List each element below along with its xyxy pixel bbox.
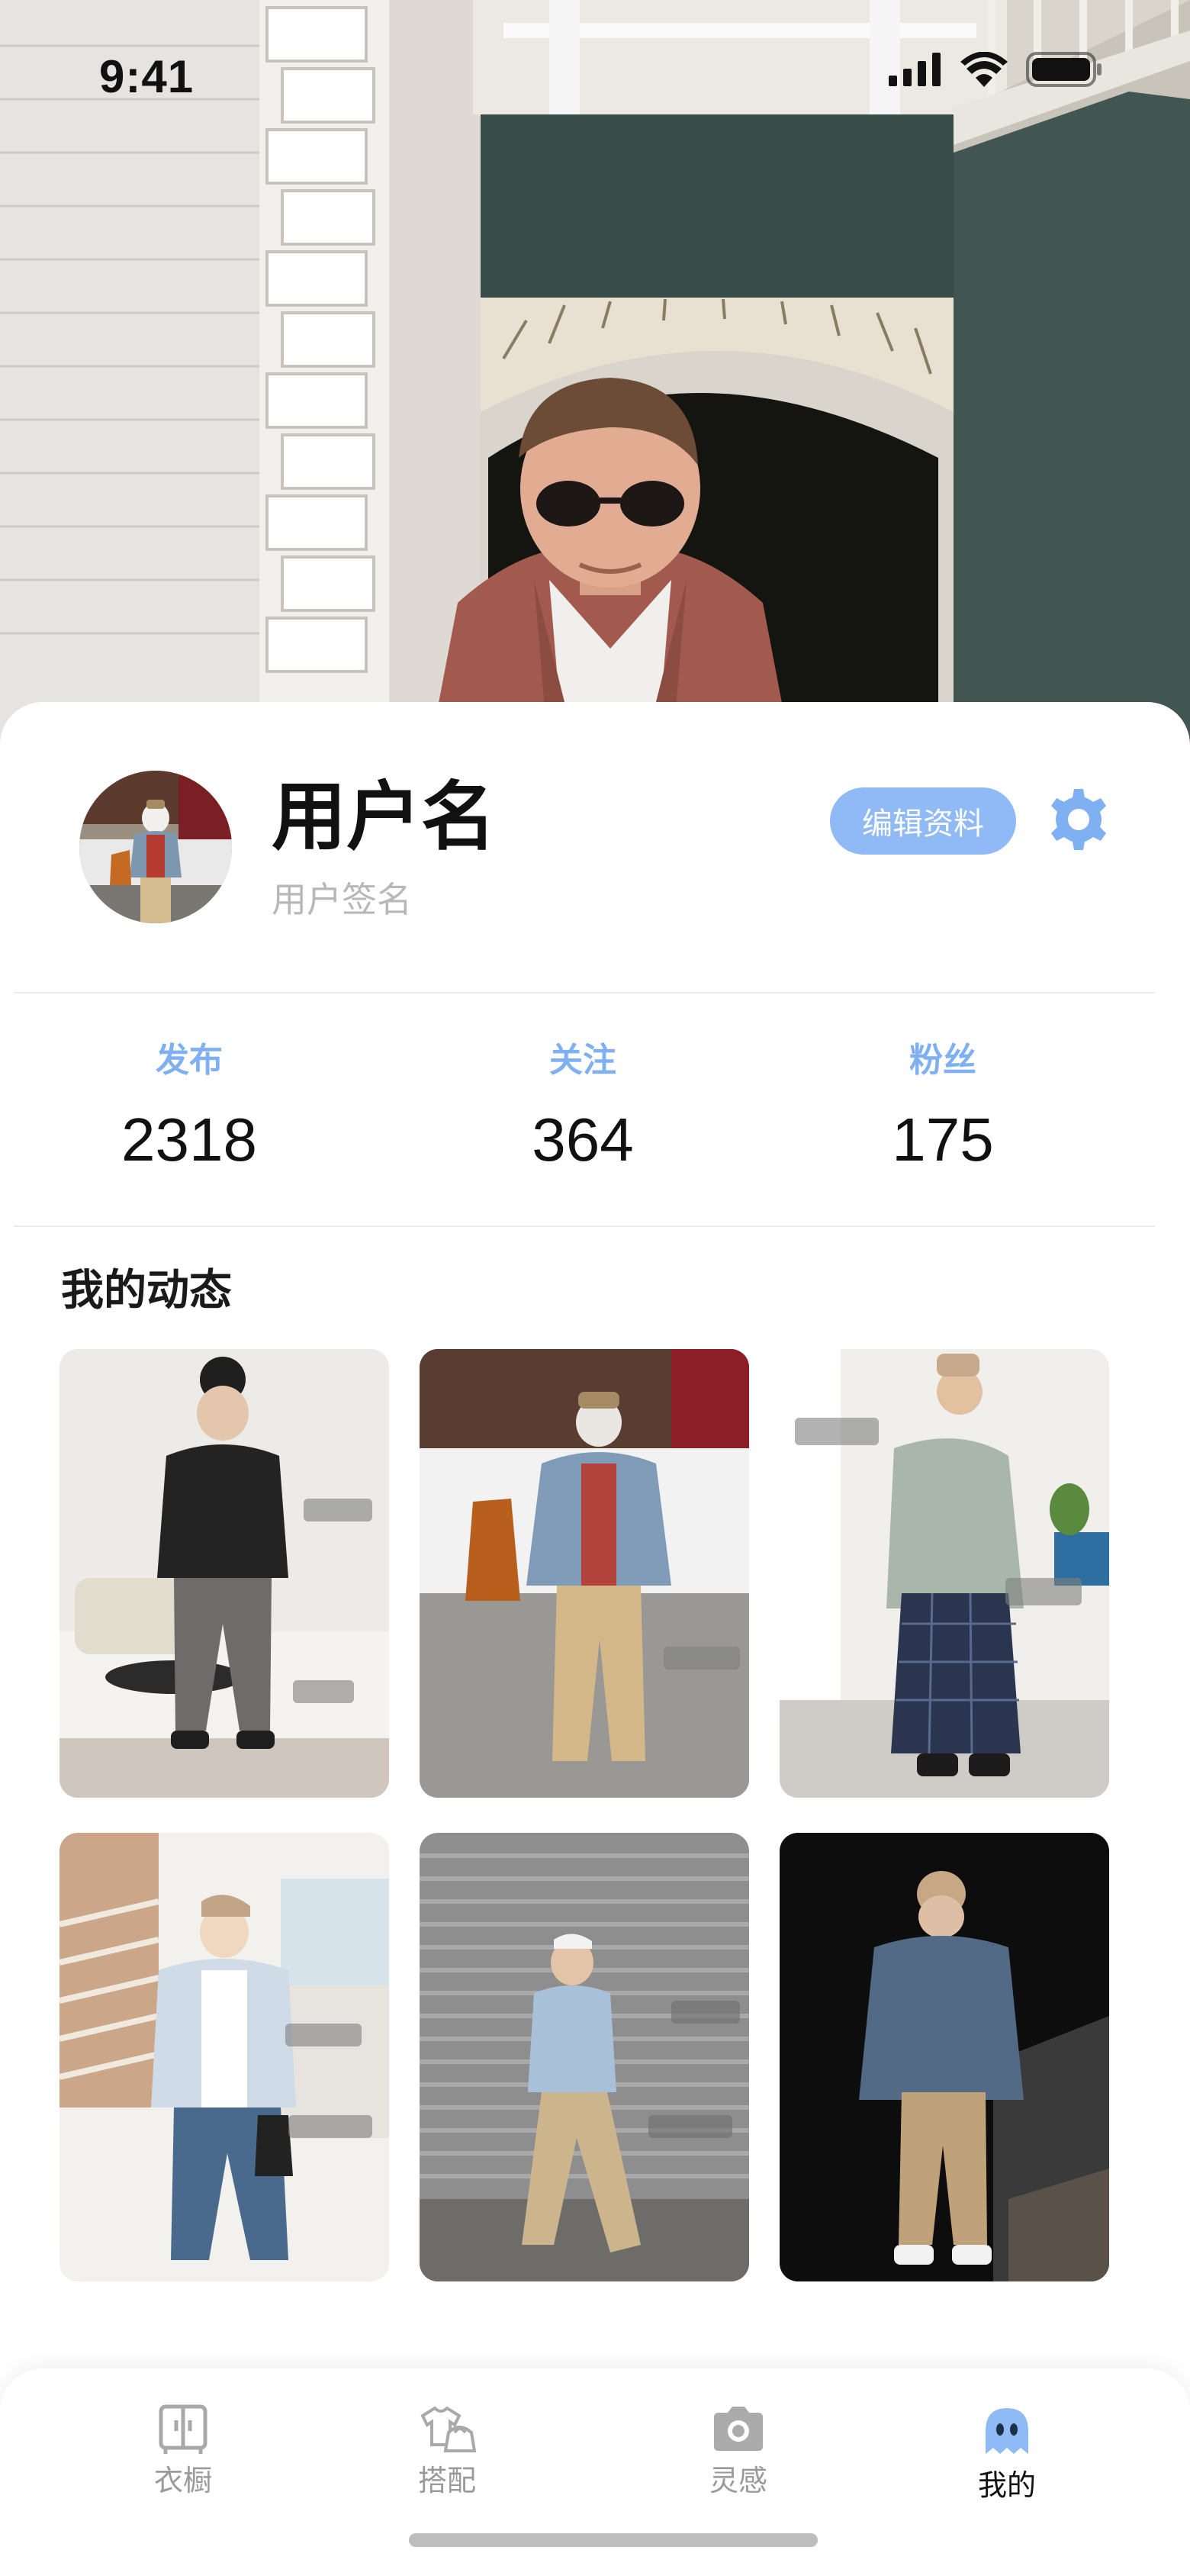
nav-inspiration[interactable]: 灵感	[662, 2402, 815, 2495]
nav-outfit[interactable]: 搭配	[371, 2402, 523, 2495]
wardrobe-icon	[156, 2402, 210, 2458]
wifi-icon	[960, 52, 1008, 87]
nav-outfit-label: 搭配	[417, 2464, 476, 2497]
post-image	[780, 1833, 1109, 2281]
stat-followers[interactable]: 粉丝 175	[828, 1044, 1057, 1170]
cover-photo-illustration	[0, 0, 1190, 763]
edit-profile-button[interactable]: 编辑资料	[830, 787, 1016, 855]
post-image	[60, 1833, 389, 2281]
post-image	[60, 1349, 389, 1798]
home-indicator	[409, 2533, 818, 2547]
post-image	[420, 1349, 749, 1798]
ghost-icon	[978, 2402, 1036, 2463]
stat-posts-label: 发布	[156, 1041, 223, 1080]
status-bar-time: 9:41	[99, 51, 195, 102]
divider	[14, 1225, 1155, 1227]
post-thumbnail[interactable]	[780, 1833, 1109, 2281]
stat-followers-label: 粉丝	[909, 1041, 976, 1080]
nav-me-label: 我的	[977, 2468, 1036, 2502]
my-posts-title: 我的动态	[61, 1266, 232, 1315]
post-thumbnail[interactable]	[60, 1349, 389, 1798]
gear-icon	[1045, 786, 1112, 856]
nav-me[interactable]: 我的	[931, 2402, 1083, 2500]
nav-inspiration-label: 灵感	[709, 2464, 767, 2497]
camera-icon	[709, 2402, 767, 2458]
post-image	[780, 1349, 1109, 1798]
cellular-signal-icon	[889, 53, 942, 86]
user-signature: 用户签名	[272, 879, 412, 920]
stat-posts-value: 2318	[121, 1106, 257, 1174]
settings-button[interactable]	[1042, 784, 1115, 858]
nav-wardrobe-label: 衣橱	[153, 2464, 212, 2497]
post-thumbnail[interactable]	[420, 1349, 749, 1798]
divider	[14, 992, 1155, 993]
battery-icon	[1026, 52, 1102, 87]
post-thumbnail[interactable]	[780, 1349, 1109, 1798]
avatar[interactable]	[79, 771, 232, 923]
username: 用户名	[272, 774, 497, 861]
post-thumbnail[interactable]	[420, 1833, 749, 2281]
cover-photo: 9:41	[0, 0, 1190, 763]
status-bar-icons	[889, 52, 1102, 87]
avatar-image	[79, 771, 232, 923]
stat-followers-value: 175	[892, 1106, 994, 1174]
stat-following-value: 364	[532, 1106, 634, 1174]
nav-wardrobe[interactable]: 衣橱	[107, 2402, 259, 2495]
post-image	[420, 1833, 749, 2281]
stat-following-label: 关注	[549, 1041, 616, 1080]
outfit-icon	[415, 2402, 479, 2458]
stat-following[interactable]: 关注 364	[468, 1044, 697, 1170]
post-thumbnail[interactable]	[60, 1833, 389, 2281]
stat-posts[interactable]: 发布 2318	[75, 1044, 304, 1170]
